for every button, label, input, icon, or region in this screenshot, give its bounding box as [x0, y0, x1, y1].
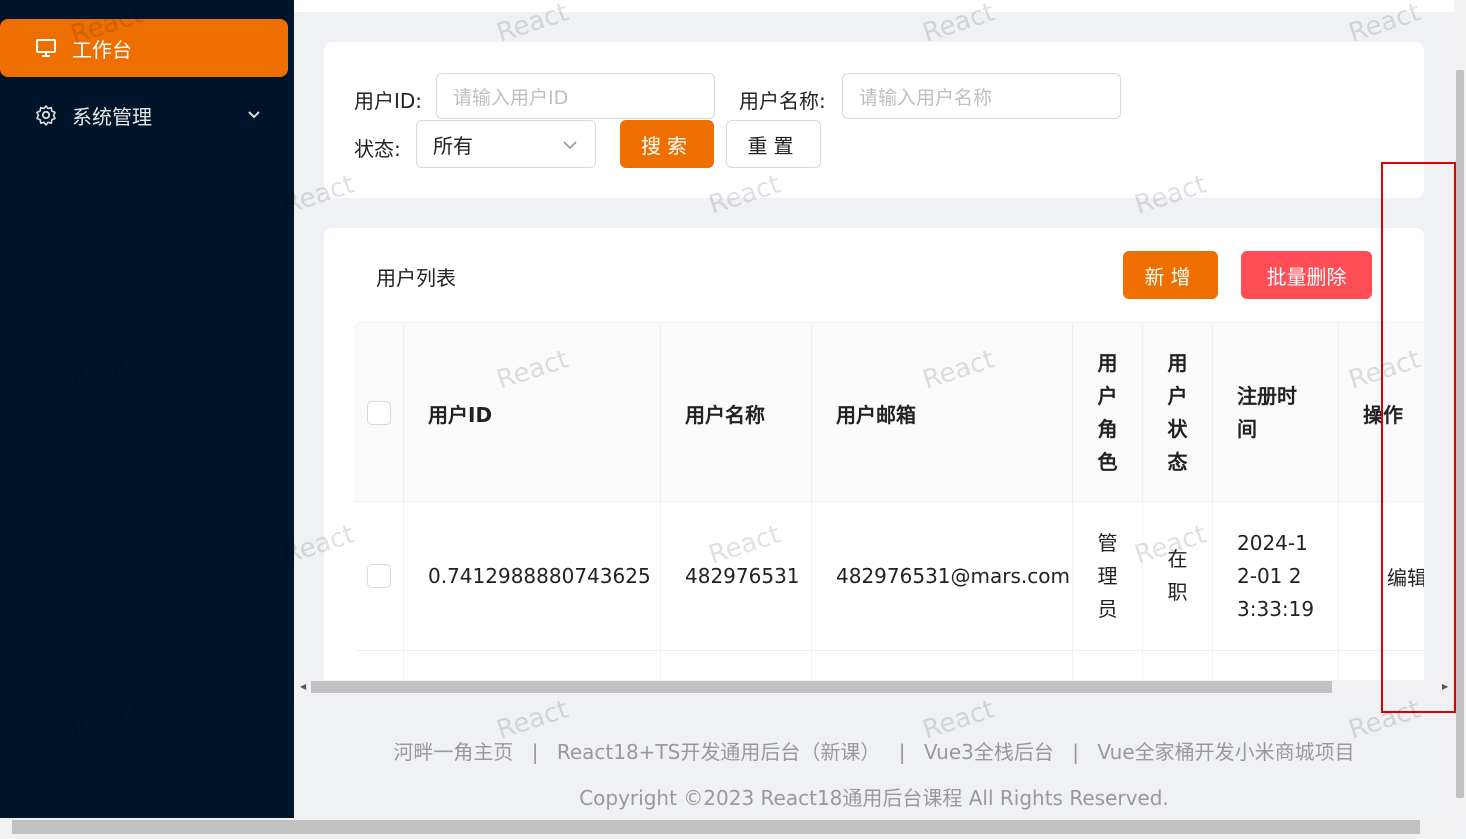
register-time-text: 2024-12-01 23:33:19 — [1237, 530, 1315, 621]
footer-link[interactable]: Vue全家桶开发小米商城项目 — [1097, 740, 1354, 764]
page-vertical-scrollbar[interactable] — [1454, 0, 1466, 818]
add-user-button[interactable]: 新增 — [1123, 251, 1218, 299]
sidebar-item-label: 工作台 — [72, 37, 132, 62]
email-cell: 482976531@mars.com — [811, 502, 1072, 650]
status-select-value: 所有 — [433, 133, 473, 158]
role-text: 管理员 — [1097, 530, 1118, 621]
scrollbar-thumb[interactable] — [1456, 70, 1464, 798]
footer-link[interactable]: React18+TS开发通用后台（新课） — [557, 740, 881, 764]
user-name-cell: 482976531 — [660, 502, 811, 650]
desktop-icon — [34, 36, 58, 60]
scrollbar-thumb[interactable] — [311, 681, 1332, 693]
user-name-label: 用户名称: — [739, 89, 826, 113]
column-header: 操作 — [1338, 323, 1424, 503]
sidebar: 工作台 系统管理 — [0, 0, 294, 839]
register-time-cell: 2024-12-01 23:33:19 — [1212, 502, 1338, 650]
main-content: 用户ID: 请输入用户ID 用户名称: 请输入用户名称 状态: 所有 搜索 重置… — [294, 0, 1454, 839]
sidebar-item-system[interactable]: 系统管理 — [0, 86, 288, 144]
chevron-down-icon[interactable] — [244, 104, 264, 124]
footer-link[interactable]: 河畔一角主页 — [393, 740, 513, 764]
copyright-text: Copyright ©2023 React18通用后台课程 All Rights… — [579, 786, 1169, 810]
header-strip — [294, 0, 1454, 12]
table-horizontal-scrollbar[interactable]: ◀ ▶ — [298, 680, 1452, 694]
edit-link[interactable]: 编辑 — [1387, 562, 1424, 591]
scroll-left-icon[interactable]: ◀ — [300, 683, 308, 691]
footer-links: 河畔一角主页 | React18+TS开发通用后台（新课） | Vue3全栈后台… — [294, 736, 1454, 765]
row-select-cell — [354, 502, 403, 650]
footer-separator: | — [1072, 740, 1079, 764]
user-name-input[interactable]: 请输入用户名称 — [842, 73, 1121, 119]
user-id-input[interactable]: 请输入用户ID — [436, 73, 715, 119]
user-id-cell: 0.7412988880743625 — [403, 502, 660, 650]
search-form-card: 用户ID: 请输入用户ID 用户名称: 请输入用户名称 状态: 所有 搜索 重置 — [324, 42, 1424, 198]
user-id-label: 用户ID: — [354, 89, 423, 113]
page-horizontal-scrollbar[interactable] — [0, 818, 1454, 839]
select-all-checkbox[interactable] — [367, 401, 391, 425]
footer-separator: | — [898, 740, 906, 764]
sidebar-item-dashboard[interactable]: 工作台 — [0, 19, 288, 77]
status-label: 状态: — [354, 137, 401, 161]
batch-delete-button[interactable]: 批量删除 — [1241, 251, 1372, 299]
table-header: 用户ID 用户名称 用户邮箱 用户角色 用户状态 注册时间 操作 — [354, 322, 1424, 503]
table-row[interactable]: 0.7412988880743625 482976531 482976531@m… — [354, 502, 1424, 651]
status-text: 在职 — [1167, 547, 1188, 604]
status-select[interactable]: 所有 — [416, 120, 596, 168]
column-header[interactable]: 注册时间 — [1212, 323, 1338, 503]
column-header[interactable]: 用户名称 — [660, 323, 811, 503]
column-header[interactable]: 用户状态 — [1142, 323, 1212, 503]
row-checkbox[interactable] — [367, 564, 391, 588]
scrollbar-thumb[interactable] — [12, 820, 1420, 834]
role-cell: 管理员 — [1072, 502, 1142, 650]
column-header[interactable]: 用户角色 — [1072, 323, 1142, 503]
footer-separator: | — [531, 740, 539, 764]
reset-button[interactable]: 重置 — [726, 120, 821, 168]
column-header-text: 用户状态 — [1167, 351, 1188, 474]
scroll-right-icon[interactable]: ▶ — [1442, 683, 1450, 691]
list-title: 用户列表 — [376, 266, 456, 290]
select-all-cell — [354, 323, 403, 503]
sidebar-item-label: 系统管理 — [72, 104, 152, 129]
column-header[interactable]: 用户ID — [403, 323, 660, 503]
action-cell: 编辑 — [1338, 502, 1424, 650]
status-cell: 在职 — [1142, 502, 1212, 650]
column-header[interactable]: 用户邮箱 — [811, 323, 1072, 503]
chevron-down-icon — [561, 135, 579, 153]
user-list-card: 用户列表 新增 批量删除 用户ID 用户名称 用户邮箱 用户角色 用户状态 注册… — [324, 228, 1424, 688]
footer-link[interactable]: Vue3全栈后台 — [924, 740, 1054, 764]
gear-icon — [34, 103, 58, 127]
column-header-text: 注册时间 — [1237, 384, 1297, 441]
search-button[interactable]: 搜索 — [620, 120, 714, 168]
column-header-text: 用户角色 — [1097, 351, 1118, 474]
